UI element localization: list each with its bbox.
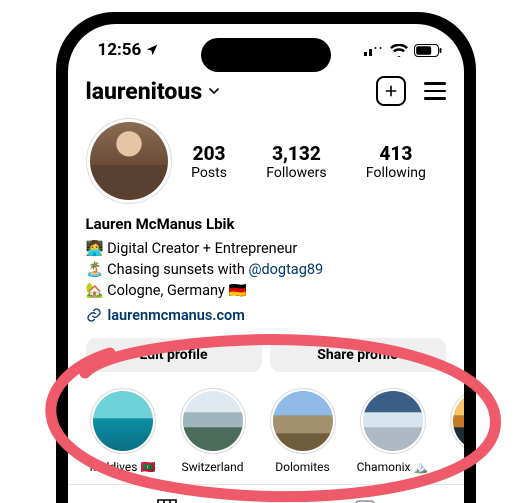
bio-mention[interactable]: @dogtag89 xyxy=(248,261,323,278)
bio-line-1: 👩‍💻 Digital Creator + Entrepreneur xyxy=(86,238,446,259)
bio-line-3: 🏡 Cologne, Germany 🇩🇪 xyxy=(86,280,446,301)
highlight-item[interactable]: Chamonix 🏔️ xyxy=(356,388,430,474)
highlight-thumb xyxy=(363,391,423,451)
avatar-image xyxy=(90,122,168,200)
battery-icon xyxy=(414,44,442,57)
screen: 12:56 laurenitous xyxy=(68,24,464,503)
share-profile-button[interactable]: Share profile xyxy=(270,338,446,372)
username-switcher[interactable]: laurenitous xyxy=(86,78,223,105)
chevron-down-icon xyxy=(206,83,222,99)
highlight-thumb xyxy=(93,391,153,451)
tab-grid[interactable] xyxy=(68,485,266,503)
edit-profile-button[interactable]: Edit profile xyxy=(86,338,262,372)
story-highlights: Maldives 🇲🇻 Switzerland Dolomites Chamonix … xyxy=(68,386,464,480)
highlight-item[interactable]: Dolomites xyxy=(266,388,340,474)
username: laurenitous xyxy=(86,78,203,105)
stat-posts[interactable]: 203 Posts xyxy=(191,142,227,181)
bio-link[interactable]: laurenmcmanus.com xyxy=(86,305,446,326)
link-icon xyxy=(86,307,102,323)
dynamic-island xyxy=(201,38,331,72)
highlight-ring xyxy=(450,388,464,454)
highlight-item[interactable]: Maldives 🇲🇻 xyxy=(86,388,160,474)
plus-icon xyxy=(383,83,399,99)
status-time: 12:56 xyxy=(98,40,142,60)
highlight-ring xyxy=(90,388,156,454)
phone-frame: 12:56 laurenitous xyxy=(56,12,476,503)
wifi-icon xyxy=(390,44,408,57)
highlight-label: Chamonix 🏔️ xyxy=(356,460,430,474)
bio-line-2: 🏝️ Chasing sunsets with @dogtag89 xyxy=(86,259,446,280)
highlight-ring xyxy=(360,388,426,454)
highlight-thumb xyxy=(453,391,464,451)
highlight-thumb xyxy=(273,391,333,451)
stat-followers[interactable]: 3,132 Followers xyxy=(266,142,326,181)
display-name: Lauren McManus Lbik xyxy=(86,214,446,236)
location-icon xyxy=(145,43,159,57)
menu-button[interactable] xyxy=(424,82,446,100)
stat-following[interactable]: 413 Following xyxy=(366,142,426,181)
bio: Lauren McManus Lbik 👩‍💻 Digital Creator … xyxy=(68,212,464,338)
highlight-label: Escon xyxy=(446,460,464,474)
highlight-item[interactable]: Escon xyxy=(446,388,464,474)
tagged-icon xyxy=(353,498,377,503)
profile-avatar[interactable] xyxy=(86,118,172,204)
highlight-label: Switzerland xyxy=(176,460,250,474)
highlight-ring xyxy=(180,388,246,454)
highlight-item[interactable]: Switzerland xyxy=(176,388,250,474)
highlight-thumb xyxy=(183,391,243,451)
highlight-label: Maldives 🇲🇻 xyxy=(86,460,160,474)
tab-tagged[interactable] xyxy=(266,485,464,503)
highlight-ring xyxy=(270,388,336,454)
grid-icon xyxy=(155,497,179,503)
highlight-label: Dolomites xyxy=(266,460,340,474)
cellular-icon xyxy=(364,44,384,56)
create-button[interactable] xyxy=(376,76,406,106)
profile-tabs xyxy=(68,484,464,503)
